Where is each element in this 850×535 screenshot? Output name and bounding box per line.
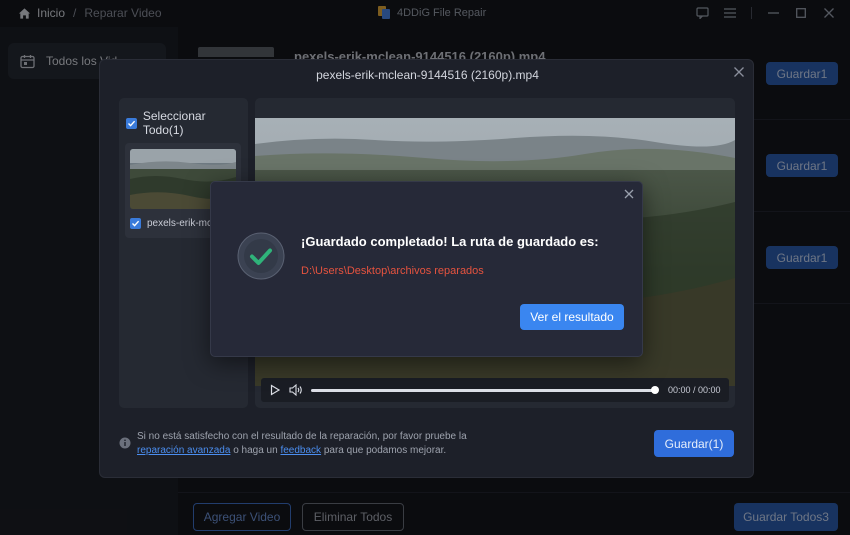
close-icon[interactable] <box>733 66 745 78</box>
modal-heading: ¡Guardado completado! La ruta de guardad… <box>301 234 599 249</box>
select-all-checkbox[interactable]: Seleccionar Todo(1) <box>126 109 248 137</box>
success-check-icon <box>237 232 285 280</box>
checkbox-checked-icon[interactable] <box>126 117 137 129</box>
save-path: D:\Users\Desktop\archivos reparados <box>301 265 484 277</box>
save-button[interactable]: Guardar(1) <box>654 430 734 457</box>
progress-knob[interactable] <box>651 385 659 394</box>
volume-icon[interactable] <box>289 384 303 396</box>
info-icon <box>119 437 131 449</box>
feedback-link[interactable]: feedback <box>280 445 321 456</box>
view-result-button[interactable]: Ver el resultado <box>520 304 624 330</box>
hint-text: Si no está satisfecho con el resultado d… <box>137 430 467 458</box>
hint-line-2: reparación avanzada o haga un feedback p… <box>137 444 467 458</box>
progress-bar[interactable] <box>311 385 659 394</box>
timecode: 00:00 / 00:00 <box>668 385 721 395</box>
file-checkbox[interactable] <box>130 218 141 229</box>
dialog-title: pexels-erik-mclean-9144516 (2160p).mp4 <box>316 68 539 82</box>
select-all-label: Seleccionar Todo(1) <box>142 109 206 137</box>
close-icon[interactable] <box>624 189 634 199</box>
hint-ending: para que podamos mejorar. <box>323 445 447 456</box>
hint-connector: o haga un <box>233 445 278 456</box>
hint-line-1: Si no está satisfecho con el resultado d… <box>137 431 467 442</box>
advanced-repair-link[interactable]: reparación avanzada <box>137 445 230 456</box>
player-controls: 00:00 / 00:00 <box>261 378 729 402</box>
repair-hint: Si no está satisfecho con el resultado d… <box>119 430 467 458</box>
play-icon[interactable] <box>269 384 281 396</box>
save-complete-modal: ¡Guardado completado! La ruta de guardad… <box>210 181 643 357</box>
